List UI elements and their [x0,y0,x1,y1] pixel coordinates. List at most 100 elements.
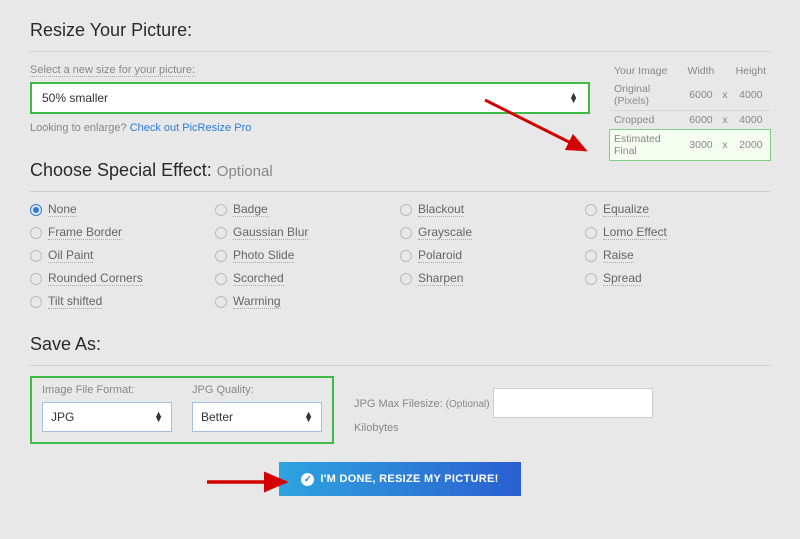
dims-row-cropped: Cropped 6000 x 4000 [610,111,770,130]
effect-label: Tilt shifted [48,294,102,309]
save-title: Save As: [30,334,770,355]
radio-icon [30,204,42,216]
radio-icon [400,204,412,216]
dims-row-estimated: Estimated Final 3000 x 2000 [610,130,770,161]
radio-icon [400,273,412,285]
format-col: Image File Format: JPG ▲▼ [42,384,172,432]
divider [30,191,770,192]
size-select-value: 50% smaller [42,91,108,105]
dims-row-original: Original (Pixels) 6000 x 4000 [610,80,770,111]
effect-option[interactable]: Oil Paint [30,248,215,263]
resize-left: Select a new size for your picture: 50% … [30,62,590,160]
dims-header: Your Image Width Height [610,62,770,80]
effect-label: Oil Paint [48,248,93,263]
kb-label: Kilobytes [354,422,653,434]
radio-icon [585,250,597,262]
effects-grid: None Badge Blackout Equalize Frame Border Gau… [30,202,770,309]
enlarge-text: Looking to enlarge? [30,122,130,134]
format-value: JPG [51,410,74,424]
radio-icon [585,273,597,285]
col-width: Width [684,62,719,80]
effect-label: Blackout [418,202,464,217]
effect-option[interactable]: Sharpen [400,271,585,286]
effect-label: Grayscale [418,225,472,240]
effect-label: Frame Border [48,225,122,240]
effect-label: Polaroid [418,248,462,263]
resize-submit-button[interactable]: ✓ I'M DONE, RESIZE MY PICTURE! [279,462,520,496]
effect-option[interactable]: Polaroid [400,248,585,263]
radio-icon [30,273,42,285]
radio-icon [215,273,227,285]
resize-row: Select a new size for your picture: 50% … [30,62,770,160]
effects-title: Choose Special Effect: Optional [30,160,770,181]
effect-option[interactable]: Blackout [400,202,585,217]
divider [30,51,770,52]
effect-label: Equalize [603,202,649,217]
enlarge-line: Looking to enlarge? Check out PicResize … [30,122,590,134]
radio-icon [585,227,597,239]
radio-icon [585,204,597,216]
submit-label: I'M DONE, RESIZE MY PICTURE! [320,473,498,485]
effect-option[interactable]: Spread [585,271,770,286]
effect-option[interactable]: Photo Slide [215,248,400,263]
effect-label: None [48,202,77,217]
max-filesize-input[interactable] [493,388,653,418]
radio-icon [400,227,412,239]
effect-option[interactable]: Warming [215,294,400,309]
radio-icon [30,296,42,308]
effect-option[interactable]: Grayscale [400,225,585,240]
save-section: Image File Format: JPG ▲▼ JPG Quality: B… [30,376,770,444]
effect-option[interactable]: Equalize [585,202,770,217]
effect-option[interactable]: Badge [215,202,400,217]
effect-label: Lomo Effect [603,225,667,240]
effect-option[interactable]: Rounded Corners [30,271,215,286]
radio-icon [30,250,42,262]
effect-label: Scorched [233,271,284,286]
effect-option[interactable]: Raise [585,248,770,263]
max-optional: (Optional) [446,399,490,410]
check-circle-icon: ✓ [301,473,314,486]
select-arrows-icon: ▲▼ [569,93,578,103]
page: Resize Your Picture: Select a new size f… [30,20,770,496]
radio-icon [400,250,412,262]
effect-label: Badge [233,202,268,217]
col-image: Your Image [610,62,684,80]
quality-select[interactable]: Better ▲▼ [192,402,322,432]
effect-option[interactable]: None [30,202,215,217]
radio-icon [215,204,227,216]
radio-icon [30,227,42,239]
quality-value: Better [201,410,233,424]
radio-icon [215,250,227,262]
size-select[interactable]: 50% smaller ▲▼ [30,82,590,114]
effect-option[interactable]: Scorched [215,271,400,286]
effect-option[interactable]: Frame Border [30,225,215,240]
format-select[interactable]: JPG ▲▼ [42,402,172,432]
effect-label: Warming [233,294,281,309]
effect-option[interactable]: Tilt shifted [30,294,215,309]
effect-option[interactable]: Gaussian Blur [215,225,400,240]
select-arrows-icon: ▲▼ [304,412,313,422]
format-label: Image File Format: [42,384,172,396]
col-height: Height [732,62,770,80]
radio-icon [215,296,227,308]
effects-optional: Optional [217,163,273,180]
save-highlight: Image File Format: JPG ▲▼ JPG Quality: B… [30,376,334,444]
max-label: JPG Max Filesize: [354,398,443,410]
radio-icon [215,227,227,239]
resize-title: Resize Your Picture: [30,20,770,41]
divider [30,365,770,366]
effect-label: Gaussian Blur [233,225,308,240]
effect-label: Photo Slide [233,248,294,263]
effect-label: Spread [603,271,642,286]
submit-row: ✓ I'M DONE, RESIZE MY PICTURE! [30,462,770,496]
quality-label: JPG Quality: [192,384,322,396]
select-arrows-icon: ▲▼ [154,412,163,422]
max-filesize-col: JPG Max Filesize: (Optional) Kilobytes [334,376,653,434]
dimensions-table: Your Image Width Height Original (Pixels… [610,62,770,160]
size-label: Select a new size for your picture: [30,64,195,77]
quality-col: JPG Quality: Better ▲▼ [192,384,322,432]
effect-label: Raise [603,248,634,263]
effect-label: Rounded Corners [48,271,143,286]
effect-option[interactable]: Lomo Effect [585,225,770,240]
enlarge-link[interactable]: Check out PicResize Pro [130,122,252,134]
